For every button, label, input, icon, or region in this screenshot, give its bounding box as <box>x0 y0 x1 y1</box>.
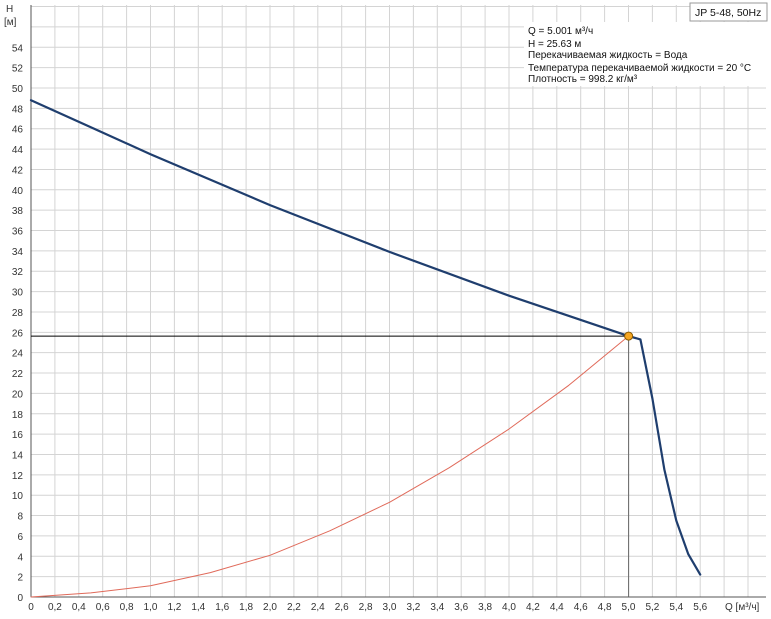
y-tick-label: 14 <box>12 450 24 461</box>
info-density: Плотность = 998.2 кг/м³ <box>528 74 638 85</box>
y-tick-label: 12 <box>12 471 24 482</box>
x-tick-label: 3,0 <box>383 602 397 613</box>
x-tick-label: 1,4 <box>191 602 205 613</box>
y-tick-label: 36 <box>12 227 24 238</box>
x-tick-label: 1,8 <box>239 602 253 613</box>
x-tick-label: 0,8 <box>120 602 134 613</box>
y-tick-label: 28 <box>12 308 24 319</box>
x-tick-label: 2,0 <box>263 602 277 613</box>
y-tick-label: 46 <box>12 125 24 136</box>
x-tick-label: 4,0 <box>502 602 516 613</box>
y-tick-label: 24 <box>12 349 24 360</box>
y-tick-label: 32 <box>12 267 24 278</box>
info-head: H = 25.63 м <box>528 39 581 50</box>
x-tick-label: 0 <box>28 602 34 613</box>
y-tick-label: 16 <box>12 430 24 441</box>
y-axis-label-unit: [м] <box>4 17 17 28</box>
x-tick-label: 0,4 <box>72 602 86 613</box>
x-tick-label: 5,4 <box>669 602 683 613</box>
y-tick-label: 8 <box>17 512 23 523</box>
x-tick-label: 3,8 <box>478 602 492 613</box>
duty-point-info: Q = 5.001 м³/ч H = 25.63 м Перекачиваема… <box>524 22 766 86</box>
y-tick-label: 26 <box>12 328 24 339</box>
y-tick-label: 50 <box>12 84 24 95</box>
chart-grid <box>30 5 766 598</box>
y-tick-label: 6 <box>17 532 23 543</box>
x-tick-label: 1,2 <box>167 602 181 613</box>
y-tick-label: 40 <box>12 186 24 197</box>
y-axis-label-h: H <box>6 4 13 15</box>
info-flow: Q = 5.001 м³/ч <box>528 26 593 37</box>
x-tick-label: 1,0 <box>144 602 158 613</box>
x-tick-label: 5,2 <box>645 602 659 613</box>
model-badge-text: JP 5-48, 50Hz <box>695 7 761 19</box>
x-axis-label: Q [м³/ч] <box>725 602 760 613</box>
pump-performance-chart: 0 0,2 0,4 0,6 0,8 1,0 1,2 1,4 1,6 1,8 2,0 2,2 2,4 2,6… <box>4 2 768 613</box>
x-tick-label: 0,2 <box>48 602 62 613</box>
x-tick-label: 3,2 <box>406 602 420 613</box>
y-tick-label: 42 <box>12 165 24 176</box>
y-tick-label: 0 <box>17 593 23 604</box>
y-tick-label: 44 <box>12 145 24 156</box>
y-tick-label: 20 <box>12 389 24 400</box>
x-tick-label: 2,4 <box>311 602 325 613</box>
x-tick-label: 3,6 <box>454 602 468 613</box>
y-tick-label: 4 <box>17 552 23 563</box>
y-tick-label: 54 <box>12 43 24 54</box>
x-tick-label: 4,2 <box>526 602 540 613</box>
y-tick-label: 38 <box>12 206 24 217</box>
chart-axes <box>30 5 766 598</box>
y-tick-label: 10 <box>12 491 24 502</box>
duty-point-marker <box>624 331 634 341</box>
x-tick-label: 4,4 <box>550 602 564 613</box>
info-temperature: Температура перекачиваемой жидкости = 20… <box>528 63 751 74</box>
x-tick-label: 5,0 <box>622 602 636 613</box>
x-tick-label: 2,6 <box>335 602 349 613</box>
info-liquid: Перекачиваемая жидкость = Вода <box>528 50 688 61</box>
x-tick-label: 4,6 <box>574 602 588 613</box>
y-tick-label: 22 <box>12 369 24 380</box>
x-tick-label: 3,4 <box>430 602 444 613</box>
x-tick-label: 4,8 <box>598 602 612 613</box>
model-badge: JP 5-48, 50Hz <box>689 2 768 22</box>
x-tick-label: 0,6 <box>96 602 110 613</box>
y-tick-label: 18 <box>12 410 24 421</box>
y-tick-label: 2 <box>17 573 23 584</box>
y-tick-label: 34 <box>12 247 24 258</box>
y-tick-label: 48 <box>12 104 24 115</box>
x-tick-label: 5,6 <box>693 602 707 613</box>
y-tick-label: 30 <box>12 288 24 299</box>
system-curve-line <box>30 335 629 598</box>
x-tick-label: 2,2 <box>287 602 301 613</box>
x-tick-label: 1,6 <box>215 602 229 613</box>
x-tick-label: 2,8 <box>359 602 373 613</box>
y-tick-label: 52 <box>12 64 24 75</box>
